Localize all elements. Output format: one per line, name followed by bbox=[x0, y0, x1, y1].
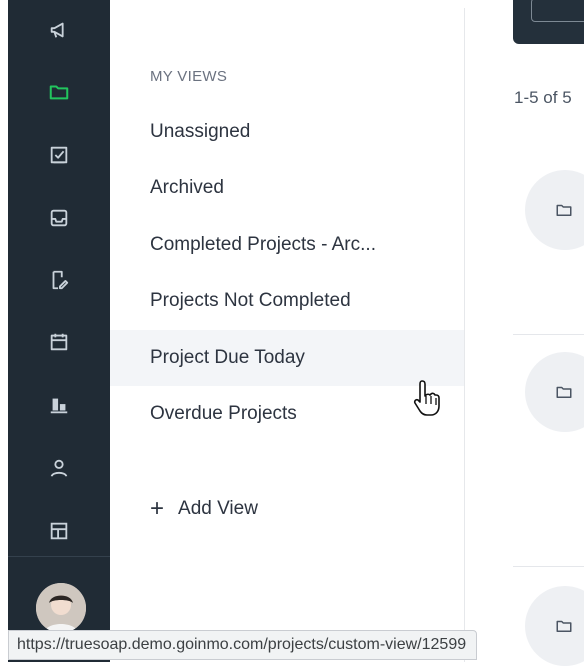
view-item-archived[interactable]: Archived bbox=[110, 160, 464, 216]
avatar[interactable] bbox=[36, 583, 86, 633]
layout-icon[interactable] bbox=[47, 519, 71, 543]
views-heading: MY VIEWS bbox=[150, 68, 228, 85]
folder-icon bbox=[556, 204, 572, 216]
folder-icon bbox=[556, 620, 572, 632]
view-item-completed-projects[interactable]: Completed Projects - Arc... bbox=[110, 217, 464, 273]
pagination-summary: 1-5 of 5 bbox=[514, 88, 572, 107]
project-folder-avatar[interactable] bbox=[525, 352, 584, 432]
row-divider bbox=[513, 334, 584, 335]
add-view-button[interactable]: + Add View bbox=[150, 494, 258, 524]
views-panel: MY VIEWS Unassigned Archived Completed P… bbox=[110, 8, 465, 662]
bar-chart-icon[interactable] bbox=[47, 393, 71, 417]
view-item-label: Project Due Today bbox=[150, 347, 305, 368]
top-action-button[interactable] bbox=[513, 0, 584, 44]
view-item-overdue-projects[interactable]: Overdue Projects bbox=[110, 386, 464, 442]
view-item-projects-not-completed[interactable]: Projects Not Completed bbox=[110, 273, 464, 329]
hand-pointer-cursor-icon bbox=[413, 380, 440, 416]
row-divider bbox=[513, 566, 584, 567]
view-item-label: Projects Not Completed bbox=[150, 290, 351, 311]
view-item-unassigned[interactable]: Unassigned bbox=[110, 104, 464, 160]
checkbox-icon[interactable] bbox=[47, 143, 71, 167]
view-item-label: Overdue Projects bbox=[150, 403, 297, 424]
user-icon[interactable] bbox=[47, 456, 71, 480]
top-action-inner bbox=[531, 0, 584, 22]
folder-icon bbox=[556, 386, 572, 398]
project-folder-avatar[interactable] bbox=[525, 586, 584, 666]
calendar-icon[interactable] bbox=[47, 330, 71, 354]
view-item-label: Completed Projects - Arc... bbox=[150, 234, 376, 255]
side-nav-rail bbox=[8, 0, 110, 662]
folder-icon[interactable] bbox=[47, 80, 71, 104]
view-item-project-due-today[interactable]: Project Due Today bbox=[110, 330, 464, 386]
browser-status-url: https://truesoap.demo.goinmo.com/project… bbox=[8, 630, 478, 660]
rail-divider bbox=[8, 556, 110, 557]
megaphone-icon[interactable] bbox=[47, 18, 71, 42]
view-item-label: Unassigned bbox=[150, 121, 251, 142]
inbox-icon[interactable] bbox=[47, 206, 71, 230]
document-edit-icon[interactable] bbox=[47, 268, 71, 292]
view-item-label: Archived bbox=[150, 177, 224, 198]
plus-icon: + bbox=[150, 495, 165, 522]
project-folder-avatar[interactable] bbox=[525, 170, 584, 250]
add-view-label: Add View bbox=[178, 498, 258, 519]
